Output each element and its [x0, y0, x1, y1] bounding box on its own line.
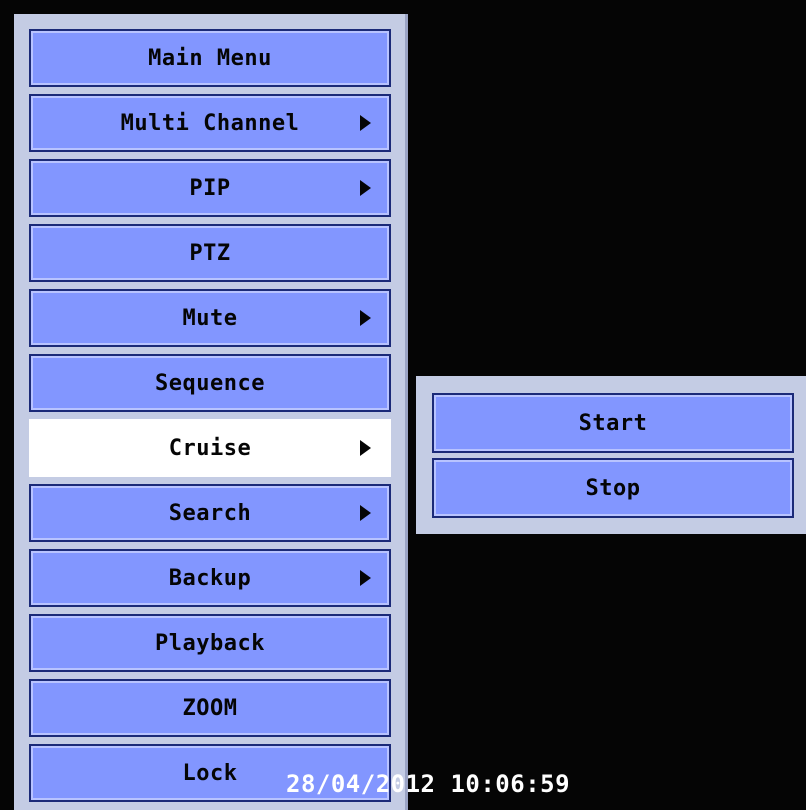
- submenu-arrow-icon: [360, 440, 371, 456]
- submenu-arrow-icon: [360, 310, 371, 326]
- cruise-start-button[interactable]: Start: [432, 393, 794, 453]
- menu-item-pip[interactable]: PIP: [29, 159, 391, 217]
- menu-item-label: ZOOM: [182, 695, 238, 721]
- menu-item-mute[interactable]: Mute: [29, 289, 391, 347]
- submenu-arrow-icon: [360, 115, 371, 131]
- menu-item-multi-channel[interactable]: Multi Channel: [29, 94, 391, 152]
- menu-item-label: Lock: [182, 760, 238, 786]
- menu-item-label: Cruise: [168, 435, 252, 461]
- main-menu-title-label: Main Menu: [148, 45, 272, 71]
- menu-item-label: Playback: [155, 630, 265, 656]
- cruise-stop-button[interactable]: Stop: [432, 458, 794, 518]
- menu-item-label: PIP: [189, 175, 231, 201]
- datetime-overlay: 28/04/2012 10:06:59: [286, 770, 571, 798]
- submenu-arrow-icon: [360, 180, 371, 196]
- menu-item-search[interactable]: Search: [29, 484, 391, 542]
- submenu-item-label: Start: [578, 410, 648, 436]
- menu-item-backup[interactable]: Backup: [29, 549, 391, 607]
- menu-item-label: Multi Channel: [120, 110, 300, 136]
- menu-item-label: Backup: [168, 565, 252, 591]
- menu-item-cruise[interactable]: Cruise: [29, 419, 391, 477]
- cruise-submenu-panel: Start Stop: [416, 376, 806, 534]
- menu-item-label: PTZ: [189, 240, 231, 266]
- menu-item-label: Search: [168, 500, 252, 526]
- menu-item-ptz[interactable]: PTZ: [29, 224, 391, 282]
- menu-item-label: Mute: [182, 305, 238, 331]
- main-menu-title: Main Menu: [29, 29, 391, 87]
- main-menu-panel: Main Menu Multi Channel PIP PTZ Mute Seq…: [14, 14, 408, 810]
- submenu-arrow-icon: [360, 505, 371, 521]
- submenu-item-label: Stop: [585, 475, 641, 501]
- menu-item-zoom[interactable]: ZOOM: [29, 679, 391, 737]
- menu-item-playback[interactable]: Playback: [29, 614, 391, 672]
- menu-item-sequence[interactable]: Sequence: [29, 354, 391, 412]
- submenu-arrow-icon: [360, 570, 371, 586]
- menu-item-label: Sequence: [155, 370, 265, 396]
